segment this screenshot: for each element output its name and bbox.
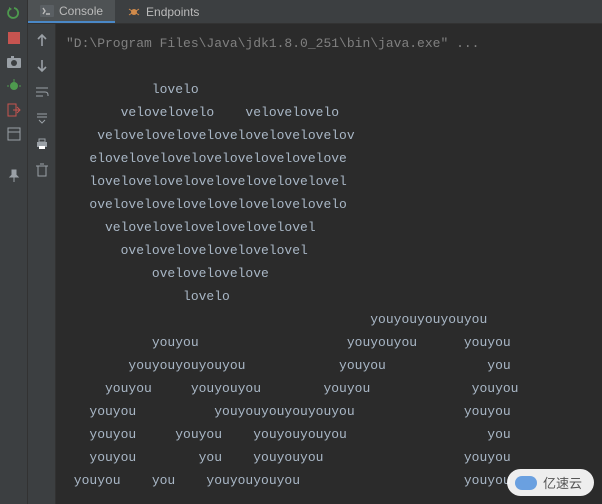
console-output[interactable]: "D:\Program Files\Java\jdk1.8.0_251\bin\… [56,24,602,504]
rerun-icon[interactable] [6,6,22,22]
console-line: velovelovelo velovelovelo [66,105,339,120]
console-line: youyou you youyouyouyou youyou [66,473,511,488]
trash-icon[interactable] [34,162,50,178]
console-line: lovelo [66,82,199,97]
console-line: youyou youyouyouyouyouyou youyou [66,404,511,419]
console-line: ovelovelovelovelovelovel [66,243,308,258]
console-line: youyou youyouyou youyou youyou [66,381,518,396]
print-icon[interactable] [34,136,50,152]
console-line: velovelovelovelovelovelovelovelov [66,128,355,143]
console-line: youyou you youyouyou youyou [66,450,511,465]
cloud-icon [515,476,537,490]
tab-console-label: Console [59,4,103,18]
watermark-badge: 亿速云 [507,469,594,496]
tab-endpoints-label: Endpoints [146,5,199,19]
console-line: youyou youyouyou youyou [66,335,511,350]
tabs-bar: Console Endpoints [28,0,602,24]
console-line: lovelovelovelovelovelovelovelovel [66,174,347,189]
pin-icon[interactable] [6,168,22,184]
watermark-text: 亿速云 [543,473,582,492]
console-line: youyouyouyouyou [66,312,487,327]
console-line: elovelovelovelovelovelovelovelove [66,151,347,166]
console-line: ovelovelovelove [66,266,269,281]
stop-icon[interactable] [6,30,22,46]
console-line: lovelo [66,289,230,304]
console-line: youyou youyou youyouyouyou you [66,427,511,442]
console-line: velovelovelovelovelovelovel [66,220,316,235]
spider-icon [127,5,141,19]
layout-icon[interactable] [6,126,22,142]
tool-window-gutter [0,0,28,504]
bug-icon[interactable] [6,78,22,94]
down-icon[interactable] [34,58,50,74]
console-line: youyouyouyouyou youyou you [66,358,511,373]
exit-icon[interactable] [6,102,22,118]
scroll-to-end-icon[interactable] [34,110,50,126]
soft-wrap-icon[interactable] [34,84,50,100]
command-line: "D:\Program Files\Java\jdk1.8.0_251\bin\… [66,36,479,51]
tab-console[interactable]: Console [28,0,115,23]
console-line: ovelovelovelovelovelovelovelovelo [66,197,347,212]
terminal-icon [40,5,54,17]
console-toolbar [28,24,56,504]
camera-icon[interactable] [6,54,22,70]
tab-endpoints[interactable]: Endpoints [115,0,211,23]
up-icon[interactable] [34,32,50,48]
